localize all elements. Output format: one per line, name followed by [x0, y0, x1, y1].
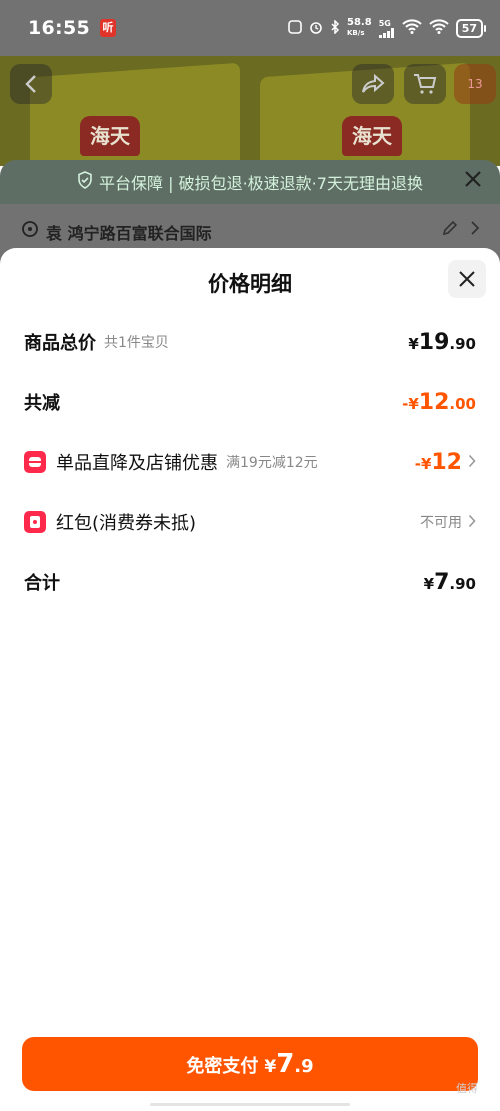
chevron-right-icon — [468, 453, 476, 472]
cell-signal-icon: 5G — [378, 19, 395, 38]
alarm-icon — [309, 20, 323, 37]
status-bar: 16:55 听 58.8 KB/s 5G 57 — [0, 0, 500, 56]
red-packet-row[interactable]: 红包(消费券未抵) 不可用 — [24, 504, 476, 540]
guarantee-banner: 平台保障 | 破损包退·极速退款·7天无理由退换 — [0, 160, 500, 204]
store-discount-amount: - ¥ 12 — [414, 449, 462, 475]
back-icon — [25, 75, 36, 93]
status-time: 16:55 — [28, 17, 90, 39]
pay-button-label: 免密支付 — [186, 1056, 259, 1077]
cart-button[interactable] — [404, 64, 446, 104]
store-discount-rule: 满19元减12元 — [226, 455, 318, 471]
sum-amount: ¥ 7 .90 — [423, 569, 476, 595]
price-detail-sheet: 价格明细 商品总价 共1件宝贝 ¥ 19 .90 共减 - ¥ 12 .00 单… — [0, 248, 500, 1111]
discount-tag-icon — [24, 451, 46, 473]
sum-label: 合计 — [24, 573, 60, 594]
sum-row: 合计 ¥ 7 .90 — [24, 564, 476, 600]
chevron-right-icon — [470, 220, 480, 240]
share-icon — [362, 74, 385, 93]
sheet-title: 价格明细 — [208, 272, 292, 296]
address-text: 袁 鸿宁路百富联合国际 — [46, 224, 212, 243]
guarantee-text: 平台保障 | 破损包退·极速退款·7天无理由退换 — [99, 174, 423, 193]
close-icon — [459, 271, 475, 287]
bluetooth-icon — [330, 18, 340, 37]
close-icon[interactable] — [464, 170, 482, 193]
edit-icon[interactable] — [442, 220, 458, 240]
reduction-label: 共减 — [24, 393, 60, 414]
brand-logo: 海天 — [80, 116, 140, 156]
wifi-icon — [401, 19, 422, 37]
net-speed: 58.8 KB/s — [347, 17, 372, 38]
close-button[interactable] — [448, 260, 486, 298]
share-button[interactable] — [352, 64, 394, 104]
reduction-row: 共减 - ¥ 12 .00 — [24, 384, 476, 420]
status-indicators: 58.8 KB/s 5G 57 — [288, 18, 486, 38]
nfc-icon — [288, 19, 302, 37]
background-page: 16:55 听 58.8 KB/s 5G 57 海天 海天 13 平台保障 | … — [0, 0, 500, 290]
total-goods-price: ¥ 19 .90 — [408, 329, 476, 355]
cart-icon — [414, 74, 437, 94]
watermark: 值得 — [456, 1082, 478, 1095]
chevron-right-icon — [468, 513, 476, 532]
red-packet-status: 不可用 — [420, 512, 476, 532]
back-button[interactable] — [10, 64, 52, 104]
shield-check-icon — [77, 171, 93, 193]
store-discount-row[interactable]: 单品直降及店铺优惠 满19元减12元 - ¥ 12 — [24, 444, 476, 480]
listen-app-icon: 听 — [99, 19, 116, 37]
location-pin-icon — [22, 220, 38, 242]
battery-icon: 57 — [455, 18, 486, 38]
total-goods-label: 商品总价 — [24, 333, 96, 354]
red-packet-icon — [24, 511, 46, 533]
item-count: 共1件宝贝 — [104, 335, 169, 351]
red-packet-label: 红包(消费券未抵) — [56, 513, 197, 534]
home-indicator[interactable] — [150, 1103, 350, 1106]
store-discount-label: 单品直降及店铺优惠 — [56, 453, 218, 474]
cart-count-badge[interactable]: 13 — [454, 64, 496, 104]
reduction-amount: - ¥ 12 .00 — [402, 389, 476, 415]
total-goods-row: 商品总价 共1件宝贝 ¥ 19 .90 — [24, 324, 476, 360]
wifi-icon-2 — [428, 19, 449, 37]
brand-logo-2: 海天 — [342, 116, 402, 156]
password-free-pay-button[interactable]: 免密支付 ¥ 7 .9 — [22, 1037, 478, 1091]
